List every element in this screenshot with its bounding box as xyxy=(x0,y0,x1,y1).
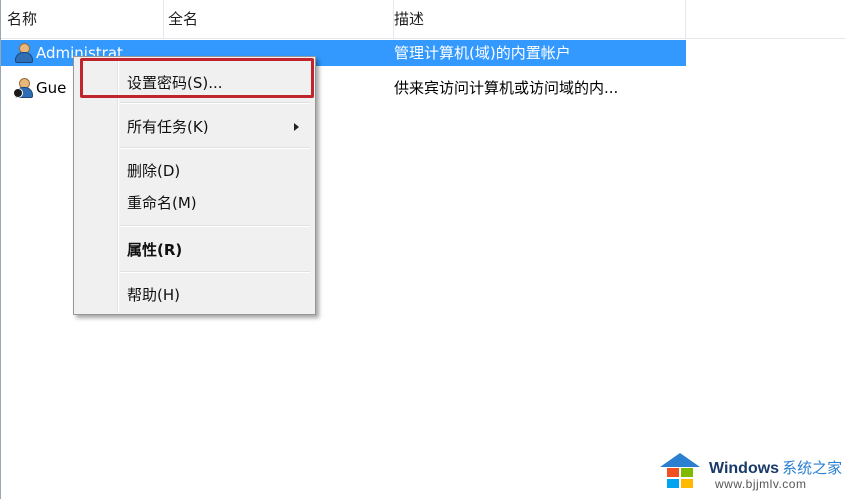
user-name: Gue xyxy=(36,79,67,97)
watermark: Windows 系统之家 www.bjjmlv.com xyxy=(658,449,846,495)
menu-item-all-tasks[interactable]: 所有任务(K) xyxy=(76,114,313,140)
column-header-full-name[interactable]: 全名 xyxy=(164,0,394,38)
menu-item-delete[interactable]: 删除(D) xyxy=(76,158,313,184)
user-description: 管理计算机(域)的内置帐户 xyxy=(394,44,571,62)
watermark-url: www.bjjmlv.com xyxy=(715,477,807,491)
menu-item-label: 所有任务(K) xyxy=(127,118,209,136)
menu-separator xyxy=(120,225,310,227)
user-description: 供来宾访问计算机或访问域的内... xyxy=(394,79,619,97)
menu-item-label: 重命名(M) xyxy=(127,194,197,212)
menu-separator xyxy=(120,147,310,149)
annotation-highlight-box xyxy=(80,58,314,98)
watermark-title: Windows 系统之家 xyxy=(709,457,842,478)
menu-item-help[interactable]: 帮助(H) xyxy=(76,282,313,308)
user-icon xyxy=(13,42,33,63)
submenu-arrow-icon xyxy=(294,123,299,131)
column-header-name[interactable]: 名称 xyxy=(1,0,164,38)
menu-item-label: 删除(D) xyxy=(127,162,181,180)
column-header-empty xyxy=(686,0,846,38)
menu-item-properties[interactable]: 属性(R) xyxy=(76,237,313,263)
menu-separator xyxy=(120,102,310,104)
menu-separator xyxy=(120,271,310,273)
column-header-description[interactable]: 描述 xyxy=(394,0,686,38)
guest-user-icon xyxy=(13,77,33,98)
menu-item-label: 属性(R) xyxy=(127,241,183,259)
user-list-window: 名称 全名 描述 Administrat 管理计算机(域)的内置帐户 Gue 供… xyxy=(0,0,846,499)
menu-item-label: 帮助(H) xyxy=(127,286,180,304)
watermark-brand-cn: 系统之家 xyxy=(782,460,843,477)
windows-logo-icon xyxy=(660,453,700,488)
menu-item-rename[interactable]: 重命名(M) xyxy=(76,190,313,216)
list-header: 名称 全名 描述 xyxy=(1,0,846,39)
watermark-brand: Windows xyxy=(709,460,780,477)
